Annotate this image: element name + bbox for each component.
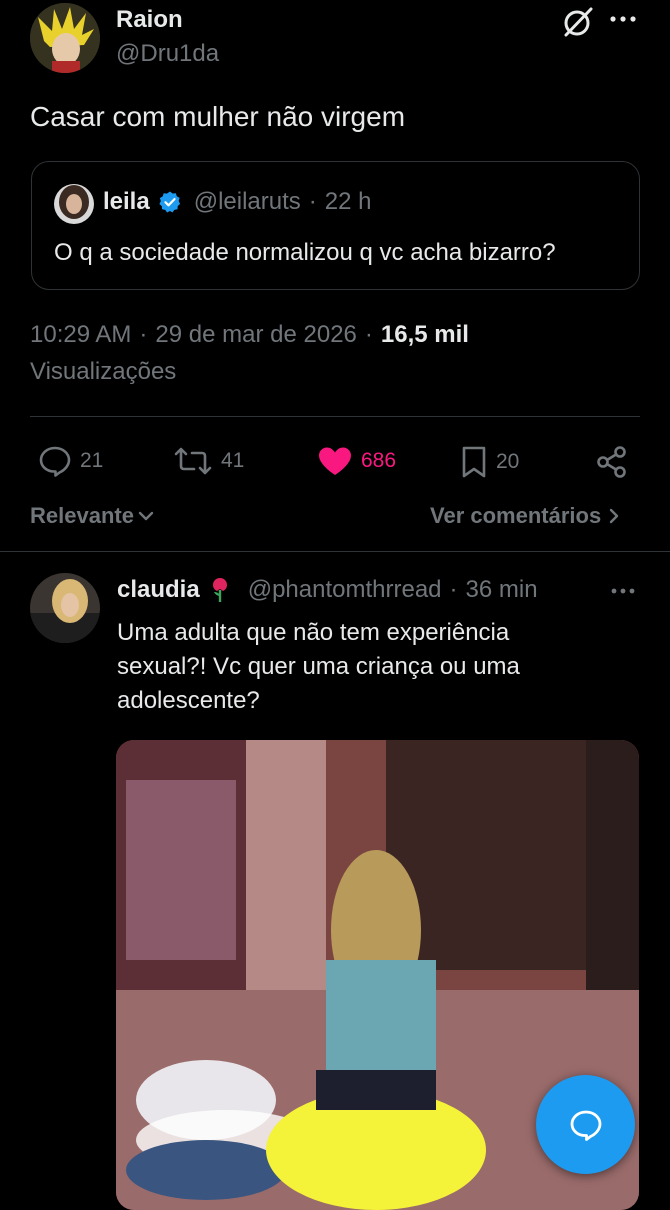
- heart-icon: [317, 446, 353, 476]
- tweet-time: 10:29 AM: [30, 321, 132, 348]
- author-avatar[interactable]: [30, 3, 100, 73]
- rose-icon: [208, 576, 232, 604]
- share-icon[interactable]: [595, 445, 629, 479]
- divider: [0, 551, 670, 552]
- quoted-tweet[interactable]: leila @leilaruts · 22 h O q a sociedade …: [31, 161, 640, 290]
- bookmark-icon: [460, 445, 488, 479]
- reply-text-line: Uma adulta que não tem experiência: [117, 619, 510, 646]
- retweet-count: 41: [221, 449, 245, 472]
- quoted-text: O q a sociedade normalizou q vc acha biz…: [54, 239, 556, 266]
- grok-icon[interactable]: [560, 4, 596, 40]
- bookmark-button[interactable]: 20: [460, 445, 519, 479]
- retweet-button[interactable]: 41: [173, 446, 244, 476]
- chevron-right-icon: [607, 506, 621, 526]
- reply-count: 21: [80, 449, 104, 472]
- reply-icon: [38, 445, 72, 477]
- quoted-author-name: leila: [103, 188, 150, 215]
- chevron-down-icon: [136, 506, 156, 526]
- reply-author-handle[interactable]: @phantomthrread: [248, 576, 442, 604]
- bookmark-count: 20: [496, 450, 520, 473]
- reply-text-line: sexual?! Vc quer uma criança ou uma: [117, 653, 520, 680]
- author-handle[interactable]: @Dru1da: [116, 40, 219, 68]
- like-button[interactable]: 686: [317, 446, 396, 476]
- author-name[interactable]: Raion: [116, 6, 183, 34]
- more-options-icon[interactable]: [609, 12, 637, 26]
- quoted-avatar: [54, 184, 94, 224]
- tweet-date: 29 de mar de 2026: [155, 321, 357, 348]
- reply-text: Uma adulta que não tem experiência sexua…: [117, 616, 520, 718]
- reply-text-line: adolescente?: [117, 687, 260, 714]
- like-count: 686: [361, 449, 397, 472]
- divider: [30, 416, 640, 417]
- sort-dropdown[interactable]: Relevante: [30, 503, 156, 529]
- reply-age: 36 min: [465, 576, 538, 603]
- see-comments-label: Ver comentários: [430, 503, 602, 528]
- views-label[interactable]: Visualizações: [30, 358, 176, 386]
- chat-bubble-icon: [569, 1109, 603, 1141]
- tweet-text: Casar com mulher não virgem: [30, 101, 406, 132]
- reply-button[interactable]: 21: [38, 445, 103, 477]
- quoted-author-handle: @leilaruts: [193, 188, 301, 215]
- reply-more-options-icon[interactable]: [610, 585, 636, 597]
- retweet-icon: [173, 446, 213, 476]
- views-count[interactable]: 16,5 mil: [381, 321, 469, 349]
- reply-author-name[interactable]: claudia: [117, 576, 200, 604]
- verified-badge-icon: [158, 190, 182, 214]
- sort-label: Relevante: [30, 503, 134, 528]
- floating-reply-button[interactable]: [536, 1075, 635, 1174]
- quoted-age: 22 h: [324, 188, 372, 215]
- reply-author-avatar[interactable]: [30, 573, 100, 643]
- see-comments-link[interactable]: Ver comentários: [430, 503, 621, 529]
